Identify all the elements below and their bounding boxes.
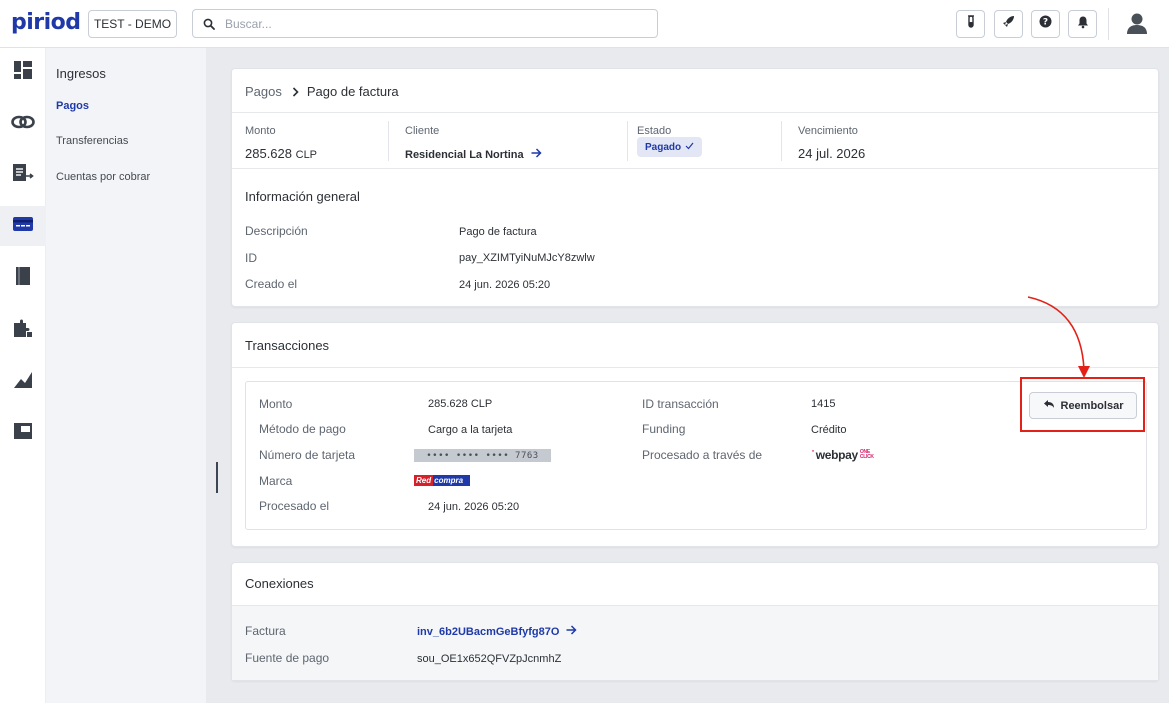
webpay-logo: ˙ webpay ONE CLICK	[811, 448, 874, 462]
due-value: 24 jul. 2026	[798, 146, 866, 161]
test-mode-button[interactable]	[956, 10, 985, 38]
connections-card: Conexiones Factura inv_6b2UBacmGeBfyfg87…	[231, 562, 1159, 681]
amount-label: Monto	[245, 125, 276, 137]
invoice-id: inv_6b2UBacmGeBfyfg87O	[417, 625, 560, 638]
test-tube-icon	[966, 14, 976, 34]
general-value: 24 jun. 2026 05:20	[459, 279, 551, 291]
general-label: ID	[245, 251, 257, 265]
puzzle-icon	[13, 318, 33, 343]
rail-integrations[interactable]	[0, 310, 46, 350]
rail-reports[interactable]	[0, 362, 46, 402]
transaction-item: Monto 285.628 CLP Método de pago Cargo a…	[245, 381, 1147, 530]
subnav-item-pagos[interactable]: Pagos	[56, 100, 89, 112]
header-divider	[1108, 8, 1109, 40]
section-subnav: Ingresos Pagos Transferencias Cuentas po…	[46, 48, 206, 703]
tx-label: Funding	[642, 422, 686, 436]
help-button[interactable]: ?	[1031, 10, 1060, 38]
invoice-link[interactable]: inv_6b2UBacmGeBfyfg87O	[417, 625, 578, 638]
customer-label: Cliente	[405, 125, 440, 137]
notifications-button[interactable]	[1068, 10, 1097, 38]
amount-currency: CLP	[295, 149, 318, 161]
connection-label: Factura	[245, 624, 286, 638]
customer-name: Residencial La Nortina	[405, 148, 524, 161]
rail-payments[interactable]	[0, 206, 46, 246]
rail-connections[interactable]	[0, 104, 46, 144]
general-label: Descripción	[245, 224, 308, 238]
connections-title: Conexiones	[245, 576, 314, 591]
dashboard-icon	[13, 60, 33, 85]
tx-value: 24 jun. 2026 05:20	[428, 501, 520, 513]
chevron-right-icon	[292, 86, 299, 97]
search-bar[interactable]	[192, 9, 658, 38]
subnav-item-cuentas-por-cobrar[interactable]: Cuentas por cobrar	[56, 171, 150, 183]
general-value: Pago de factura	[459, 226, 537, 238]
tx-label: Procesado a través de	[642, 448, 763, 462]
summary-divider	[627, 121, 628, 161]
tx-label: ID transacción	[642, 397, 719, 411]
book-icon	[15, 266, 31, 291]
bell-icon	[1076, 15, 1090, 34]
status-badge: Pagado	[637, 137, 703, 157]
tx-label: Marca	[259, 474, 293, 488]
tx-value: Cargo a la tarjeta	[428, 424, 513, 436]
rail-dashboard[interactable]	[0, 52, 46, 92]
payment-detail-card: Pagos Pago de factura Monto 285.628 CLP …	[231, 68, 1159, 307]
rail-invoices[interactable]	[0, 155, 46, 195]
annotation-highlight-box	[1020, 377, 1145, 432]
sidebar-collapse-handle[interactable]	[216, 462, 218, 493]
status-label: Estado	[637, 125, 672, 137]
breadcrumb-root[interactable]: Pagos	[245, 84, 282, 99]
customer-link[interactable]: Residencial La Nortina	[405, 148, 542, 161]
breadcrumb-current: Pago de factura	[306, 84, 399, 99]
invoice-icon	[12, 163, 34, 188]
general-info-title: Información general	[245, 189, 360, 204]
summary-divider	[388, 121, 389, 161]
tx-label: Procesado el	[259, 499, 330, 513]
help-icon: ?	[1039, 15, 1052, 33]
link-icon	[11, 113, 35, 136]
user-avatar-icon[interactable]	[1124, 10, 1150, 36]
summary-divider	[781, 121, 782, 161]
tx-value: Crédito	[811, 424, 847, 436]
status-value: Pagado	[645, 141, 682, 153]
subnav-title: Ingresos	[56, 66, 106, 81]
arrow-right-icon	[566, 625, 578, 638]
breadcrumb: Pagos Pago de factura	[245, 84, 399, 99]
connections-body	[232, 605, 1158, 680]
tx-label: Número de tarjeta	[259, 448, 356, 462]
amount-value: 285.628 CLP	[245, 146, 318, 161]
tx-value: 1415	[811, 398, 836, 410]
annotation-arrow	[1027, 296, 1090, 378]
svg-text:?: ?	[1043, 18, 1048, 28]
rocket-icon	[1002, 15, 1015, 33]
due-label: Vencimiento	[798, 125, 858, 137]
connection-label: Fuente de pago	[245, 651, 330, 665]
piriod-logo[interactable]: piriod	[11, 10, 81, 35]
tx-label: Método de pago	[259, 422, 346, 436]
launch-button[interactable]	[994, 10, 1023, 38]
tx-label: Monto	[259, 397, 293, 411]
search-input[interactable]	[225, 16, 625, 31]
card-number-masked: •••• •••• •••• 7763	[414, 449, 551, 462]
redcompra-logo: Red compra	[414, 475, 470, 486]
top-header: piriod TEST - DEMO ?	[0, 0, 1169, 48]
general-label: Creado el	[245, 277, 298, 291]
check-icon	[685, 142, 694, 153]
card-icon	[12, 216, 34, 237]
payment-summary: Monto 285.628 CLP Cliente Residencial La…	[232, 112, 1158, 169]
tx-value: 285.628 CLP	[428, 398, 493, 410]
search-icon	[193, 18, 225, 30]
arrow-right-icon	[531, 148, 542, 161]
rail-settings[interactable]	[0, 413, 46, 453]
general-value: pay_XZIMTyiNuMJcY8zwlw	[459, 252, 595, 264]
transactions-title: Transacciones	[245, 338, 330, 353]
subnav-item-transferencias[interactable]: Transferencias	[56, 135, 128, 147]
payment-source-id: sou_OE1x652QFVZpJcnmhZ	[417, 653, 562, 665]
chart-icon	[13, 371, 33, 394]
window-icon	[13, 422, 33, 445]
rail-books[interactable]	[0, 258, 46, 298]
environment-selector[interactable]: TEST - DEMO	[88, 10, 177, 38]
icon-rail	[0, 48, 46, 703]
